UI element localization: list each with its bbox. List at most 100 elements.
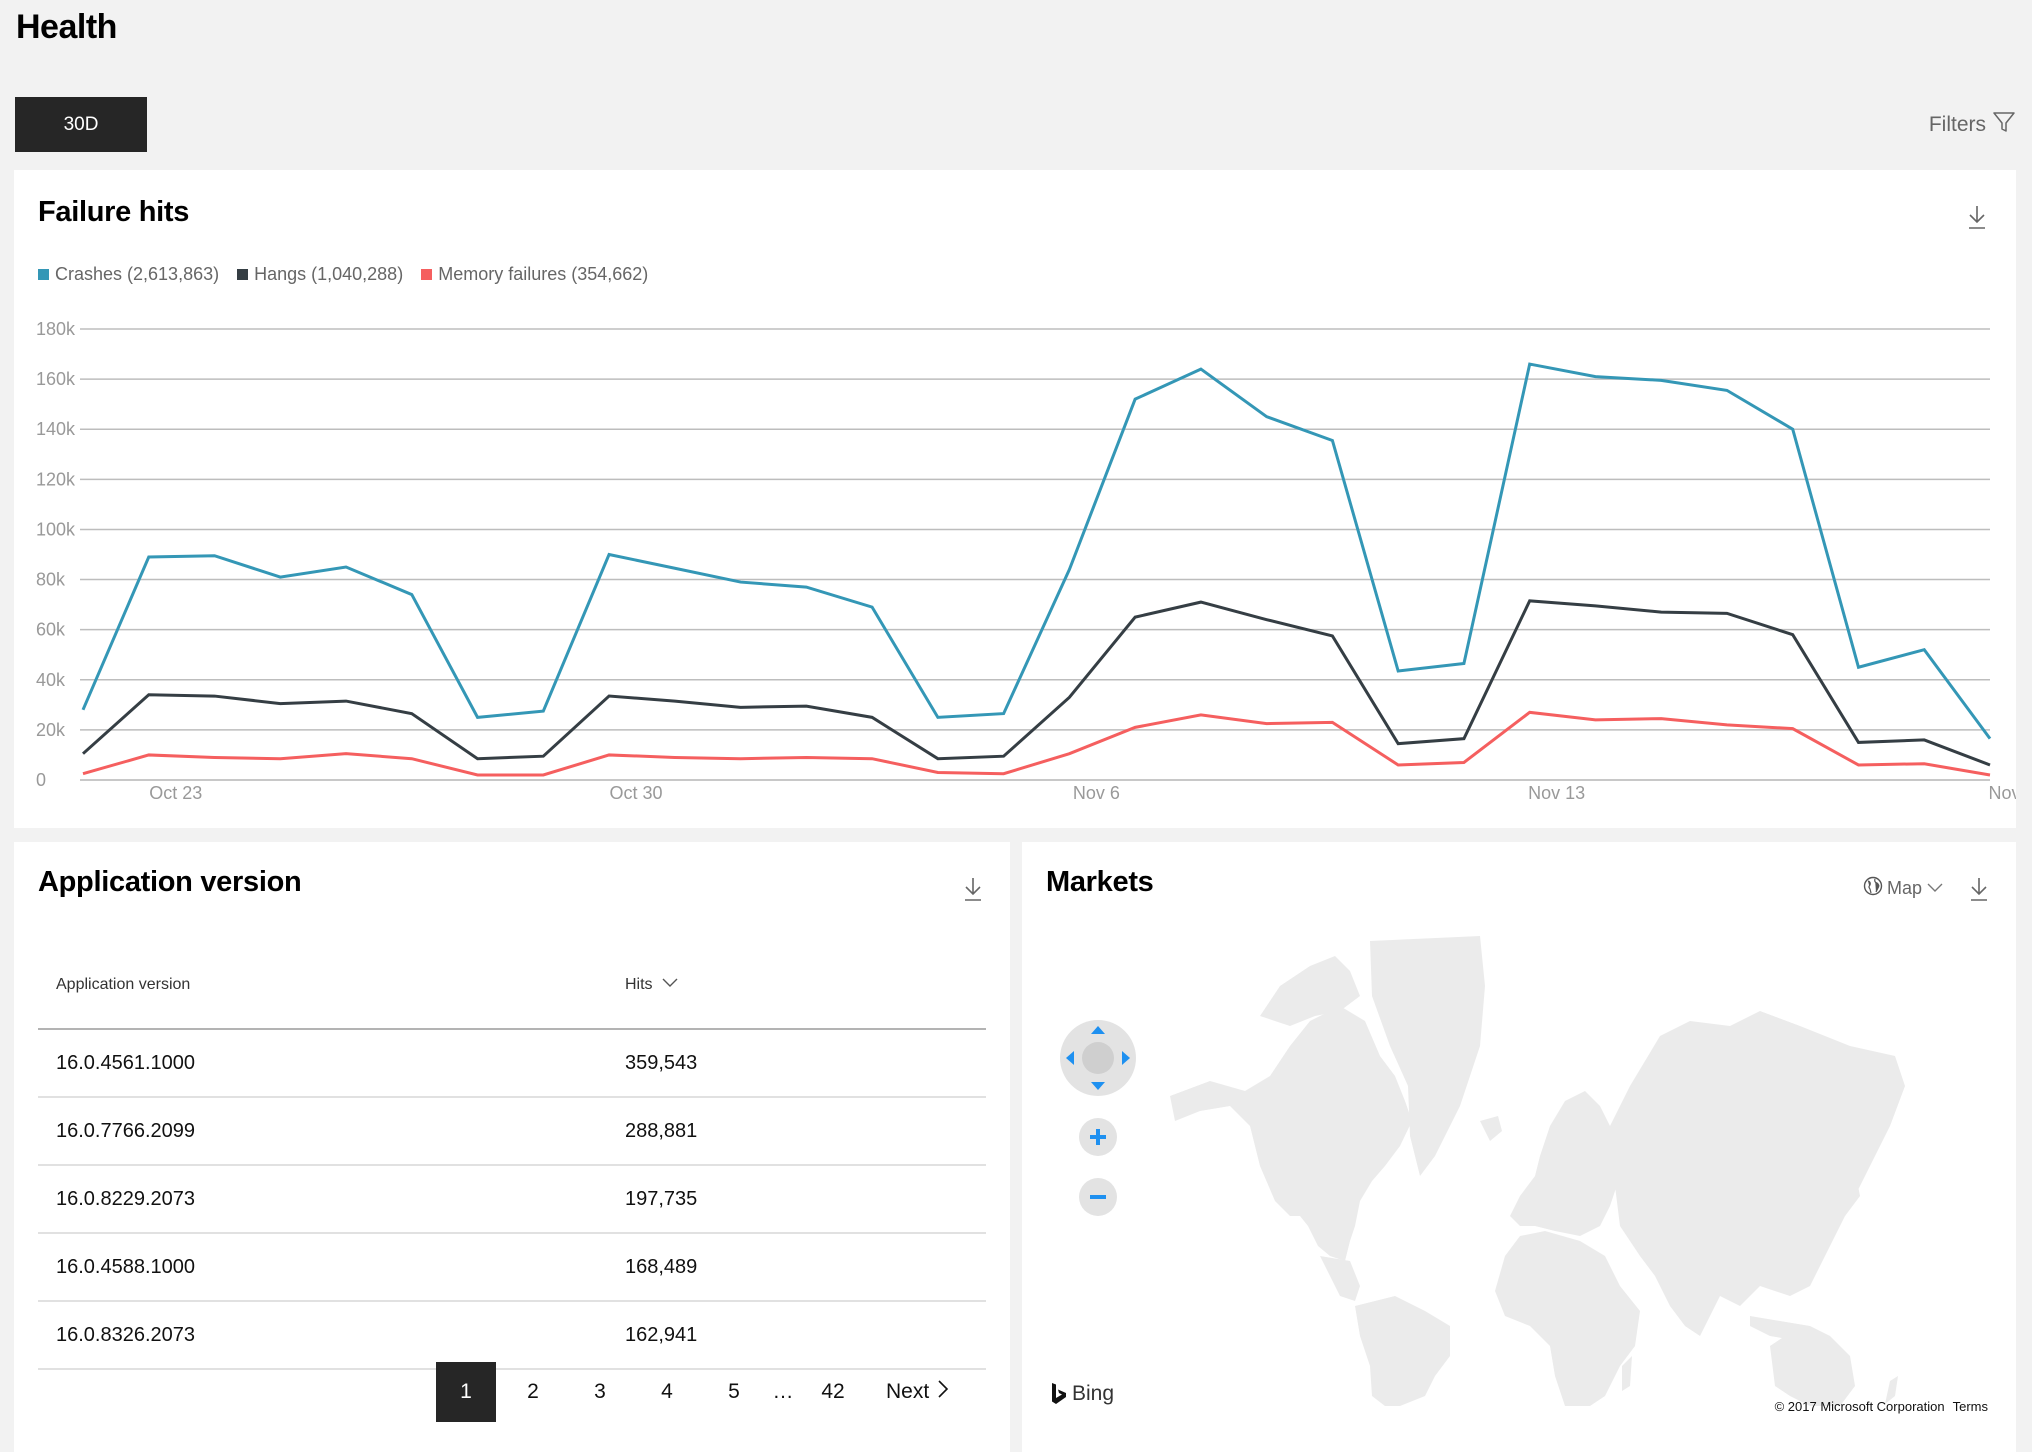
data-point-hangs[interactable] [1787,629,1799,641]
data-point-memory-failures[interactable] [1458,756,1470,768]
data-point-crashes[interactable] [143,551,155,563]
table-row[interactable]: 16.0.8229.2073 197,735 [38,1166,986,1234]
data-point-memory-failures[interactable] [472,769,484,781]
map-view-dropdown[interactable]: Map [1863,876,1944,901]
range-30d-button[interactable]: 30D [15,97,147,152]
data-point-hangs[interactable] [209,690,221,702]
data-point-memory-failures[interactable] [537,769,549,781]
data-point-memory-failures[interactable] [1063,748,1075,760]
data-point-memory-failures[interactable] [1195,709,1207,721]
data-point-crashes[interactable] [1787,423,1799,435]
pan-down-arrow-icon[interactable] [1091,1082,1105,1090]
data-point-memory-failures[interactable] [800,751,812,763]
download-icon[interactable] [1968,876,1990,902]
data-point-memory-failures[interactable] [1326,716,1338,728]
data-point-hangs[interactable] [340,695,352,707]
data-point-crashes[interactable] [1984,733,1996,745]
data-point-hangs[interactable] [998,750,1010,762]
data-point-hangs[interactable] [1458,733,1470,745]
data-point-crashes[interactable] [1458,657,1470,669]
data-point-crashes[interactable] [1524,358,1536,370]
table-row[interactable]: 16.0.4588.1000 168,489 [38,1234,986,1302]
data-point-crashes[interactable] [1129,393,1141,405]
data-point-crashes[interactable] [1195,363,1207,375]
data-point-memory-failures[interactable] [1655,713,1667,725]
data-point-hangs[interactable] [1524,595,1536,607]
data-point-hangs[interactable] [143,689,155,701]
data-point-memory-failures[interactable] [866,753,878,765]
data-point-crashes[interactable] [1392,665,1404,677]
pan-left-arrow-icon[interactable] [1066,1051,1074,1065]
world-map[interactable] [1150,926,1950,1406]
data-point-memory-failures[interactable] [998,768,1010,780]
zoom-out-button[interactable] [1079,1178,1117,1216]
data-point-hangs[interactable] [1392,738,1404,750]
page-button-3[interactable]: 3 [570,1362,630,1422]
data-point-crashes[interactable] [1589,371,1601,383]
data-point-crashes[interactable] [1326,434,1338,446]
legend-item-hangs[interactable]: Hangs (1,040,288) [237,264,403,285]
data-point-crashes[interactable] [735,576,747,588]
terms-link[interactable]: Terms [1953,1399,1988,1414]
table-row[interactable]: 16.0.4561.1000 359,543 [38,1030,986,1098]
legend-item-memory-failures[interactable]: Memory failures (354,662) [421,264,648,285]
data-point-crashes[interactable] [406,589,418,601]
data-point-memory-failures[interactable] [1392,759,1404,771]
data-point-hangs[interactable] [1655,606,1667,618]
filters-button[interactable]: Filters [1929,110,2016,140]
data-point-memory-failures[interactable] [77,768,89,780]
data-point-memory-failures[interactable] [143,749,155,761]
data-point-memory-failures[interactable] [340,748,352,760]
data-point-hangs[interactable] [1984,759,1996,771]
series-line-crashes[interactable] [81,362,1992,740]
data-point-hangs[interactable] [603,690,615,702]
data-point-crashes[interactable] [209,550,221,562]
data-point-crashes[interactable] [1261,411,1273,423]
data-point-hangs[interactable] [1261,614,1273,626]
data-point-memory-failures[interactable] [1524,706,1536,718]
data-point-crashes[interactable] [1063,564,1075,576]
data-point-memory-failures[interactable] [932,766,944,778]
data-point-crashes[interactable] [932,711,944,723]
series-line-hangs[interactable] [81,599,1991,767]
pan-up-arrow-icon[interactable] [1091,1026,1105,1034]
data-point-hangs[interactable] [866,711,878,723]
data-point-memory-failures[interactable] [274,753,286,765]
data-point-memory-failures[interactable] [1589,714,1601,726]
data-point-hangs[interactable] [77,748,89,760]
next-page-button[interactable]: Next [886,1379,949,1405]
data-point-memory-failures[interactable] [1721,719,1733,731]
data-point-hangs[interactable] [1129,611,1141,623]
data-point-memory-failures[interactable] [1918,758,1930,770]
pan-right-arrow-icon[interactable] [1122,1051,1130,1065]
download-icon[interactable] [1966,204,1988,230]
column-header-hits[interactable]: Hits [625,976,986,994]
table-row[interactable]: 16.0.8326.2073 162,941 [38,1302,986,1370]
data-point-hangs[interactable] [735,701,747,713]
data-point-hangs[interactable] [1063,691,1075,703]
data-point-crashes[interactable] [340,561,352,573]
data-point-hangs[interactable] [800,700,812,712]
data-point-crashes[interactable] [800,581,812,593]
data-point-hangs[interactable] [1326,630,1338,642]
map-pan-center[interactable] [1082,1042,1114,1074]
zoom-in-button[interactable] [1079,1118,1117,1156]
data-point-hangs[interactable] [472,753,484,765]
legend-item-crashes[interactable]: Crashes (2,613,863) [38,264,219,285]
page-button-5[interactable]: 5 [704,1362,764,1422]
data-point-hangs[interactable] [1721,607,1733,619]
data-point-crashes[interactable] [77,704,89,716]
page-button-1[interactable]: 1 [436,1362,496,1422]
data-point-hangs[interactable] [274,698,286,710]
data-point-crashes[interactable] [1918,644,1930,656]
column-header-version[interactable]: Application version [38,976,625,994]
page-button-4[interactable]: 4 [637,1362,697,1422]
data-point-crashes[interactable] [998,708,1010,720]
data-point-hangs[interactable] [669,695,681,707]
data-point-memory-failures[interactable] [669,751,681,763]
data-point-crashes[interactable] [472,711,484,723]
data-point-crashes[interactable] [669,562,681,574]
page-button-last[interactable]: 42 [803,1362,863,1422]
data-point-crashes[interactable] [537,705,549,717]
data-point-memory-failures[interactable] [209,751,221,763]
